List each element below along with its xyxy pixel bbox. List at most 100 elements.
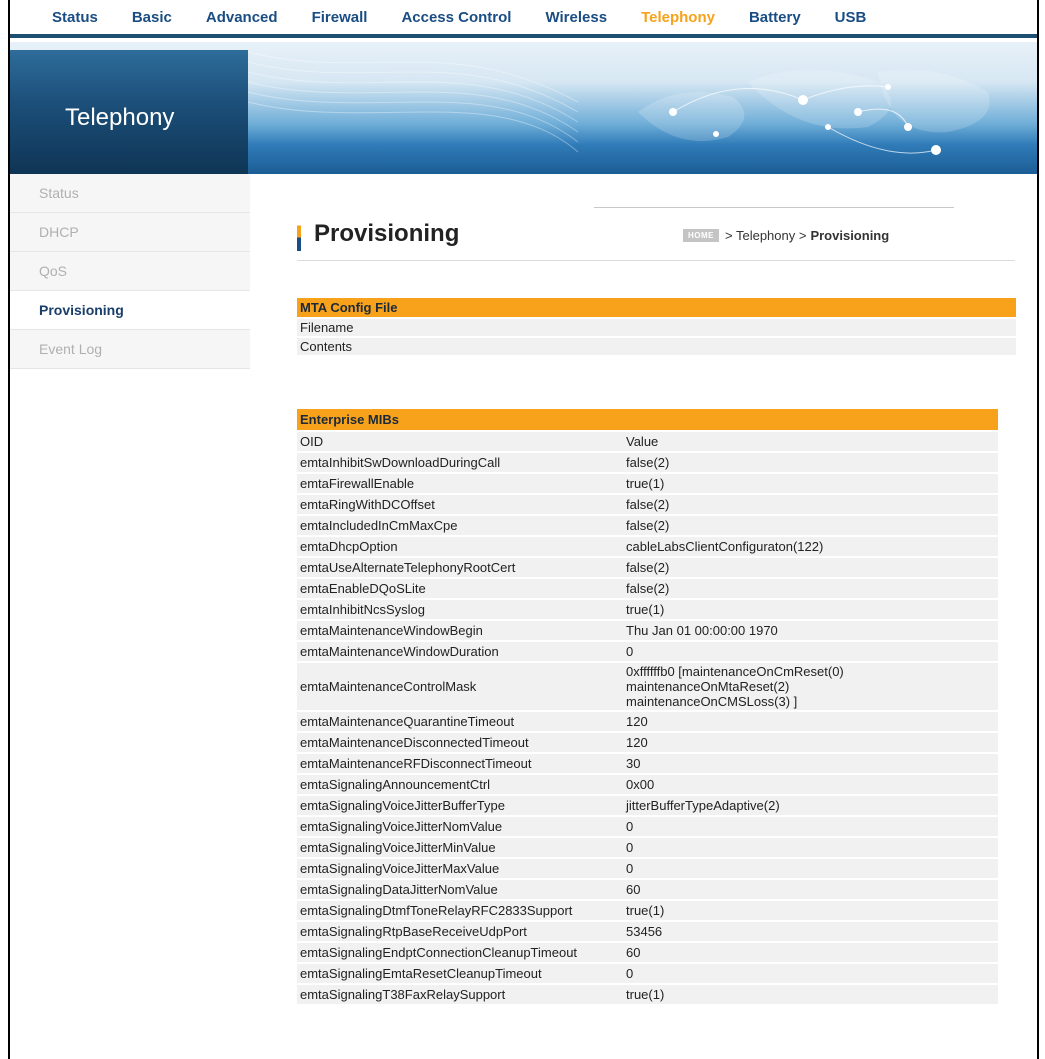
mib-value: true(1) <box>623 985 998 1004</box>
mib-value: Thu Jan 01 00:00:00 1970 <box>623 621 998 640</box>
table-row: emtaSignalingVoiceJitterBufferType jitter… <box>297 796 998 815</box>
header-banner: Telephony <box>10 42 1037 174</box>
mib-oid: emtaSignalingEmtaResetCleanupTimeout <box>297 964 623 983</box>
table-row: emtaSignalingRtpBaseReceiveUdpPort 53456 <box>297 922 998 941</box>
title-accent-bar <box>297 221 301 251</box>
nav-tab-advanced[interactable]: Advanced <box>206 9 278 26</box>
mib-oid: emtaUseAlternateTelephonyRootCert <box>297 558 623 577</box>
table-row: emtaSignalingDataJitterNomValue 60 <box>297 880 998 899</box>
mib-value: true(1) <box>623 474 998 493</box>
mib-value: false(2) <box>623 579 998 598</box>
table-row: emtaDhcpOption cableLabsClientConfigurato… <box>297 537 998 556</box>
mib-value: 0 <box>623 964 998 983</box>
table-row: emtaInhibitNcsSyslog true(1) <box>297 600 998 619</box>
mib-value: 30 <box>623 754 998 773</box>
nav-tab-access-control[interactable]: Access Control <box>401 9 511 26</box>
mib-value: false(2) <box>623 495 998 514</box>
mib-oid: emtaSignalingVoiceJitterNomValue <box>297 817 623 836</box>
table-row: emtaSignalingVoiceJitterMinValue 0 <box>297 838 998 857</box>
mib-oid: emtaSignalingAnnouncementCtrl <box>297 775 623 794</box>
mib-oid: emtaSignalingVoiceJitterMinValue <box>297 838 623 857</box>
table-row: emtaEnableDQoSLite false(2) <box>297 579 998 598</box>
mib-oid: emtaMaintenanceWindowDuration <box>297 642 623 661</box>
mta-filename-value <box>377 319 1016 336</box>
mib-value: false(2) <box>623 516 998 535</box>
mib-oid: emtaSignalingT38FaxRelaySupport <box>297 985 623 1004</box>
mta-filename-label: Filename <box>297 319 377 336</box>
table-header-row: OID Value <box>297 432 998 451</box>
mib-value: 0xffffffb0 [maintenanceOnCmReset(0) main… <box>623 663 998 710</box>
table-row: emtaInhibitSwDownloadDuringCall false(2) <box>297 453 998 472</box>
mib-value: 120 <box>623 712 998 731</box>
nav-tab-wireless[interactable]: Wireless <box>545 9 607 26</box>
mta-contents-value <box>377 338 1016 355</box>
mib-value: 0 <box>623 838 998 857</box>
nav-tab-battery[interactable]: Battery <box>749 9 801 26</box>
mib-oid: emtaSignalingDtmfToneRelayRFC2833Support <box>297 901 623 920</box>
sidebar-item-provisioning[interactable]: Provisioning <box>10 291 250 330</box>
page-title: Provisioning <box>314 220 460 247</box>
mib-oid: emtaFirewallEnable <box>297 474 623 493</box>
mib-oid: emtaSignalingDataJitterNomValue <box>297 880 623 899</box>
table-row: emtaMaintenanceDisconnectedTimeout 120 <box>297 733 998 752</box>
mib-oid: emtaInhibitSwDownloadDuringCall <box>297 453 623 472</box>
sidebar-item-event-log[interactable]: Event Log <box>10 330 250 369</box>
nav-tab-basic[interactable]: Basic <box>132 9 172 26</box>
mta-contents-label: Contents <box>297 338 377 355</box>
table-row: emtaSignalingT38FaxRelaySupport true(1) <box>297 985 998 1004</box>
table-row: emtaMaintenanceWindowBegin Thu Jan 01 00:… <box>297 621 998 640</box>
table-row: emtaSignalingEndptConnectionCleanupTimeo… <box>297 943 998 962</box>
mib-value: 53456 <box>623 922 998 941</box>
sidebar-item-dhcp[interactable]: DHCP <box>10 213 250 252</box>
enterprise-mibs-table: Enterprise MIBs OID Value emtaInhibitSwD… <box>297 407 998 1006</box>
table-row: emtaSignalingAnnouncementCtrl 0x00 <box>297 775 998 794</box>
mib-value: 0 <box>623 642 998 661</box>
top-nav-bar: Status Basic Advanced Firewall Access Contro… <box>10 0 1037 38</box>
mib-oid: emtaSignalingEndptConnectionCleanupTimeo… <box>297 943 623 962</box>
breadcrumb-current: Provisioning <box>810 228 890 243</box>
column-header-oid: OID <box>297 432 623 451</box>
table-row: emtaFirewallEnable true(1) <box>297 474 998 493</box>
world-map-graphic <box>248 51 990 155</box>
table-row: emtaMaintenanceControlMask 0xffffffb0 [ma… <box>297 663 998 710</box>
divider <box>297 260 1015 261</box>
divider <box>594 207 954 208</box>
section-title: Telephony <box>65 104 175 131</box>
table-row: emtaMaintenanceWindowDuration 0 <box>297 642 998 661</box>
enterprise-mibs-header: Enterprise MIBs <box>297 409 998 430</box>
sidebar-item-qos[interactable]: QoS <box>10 252 250 291</box>
nav-tab-telephony[interactable]: Telephony <box>641 9 715 26</box>
mib-oid: emtaMaintenanceRFDisconnectTimeout <box>297 754 623 773</box>
table-row: emtaMaintenanceRFDisconnectTimeout 30 <box>297 754 998 773</box>
mib-value: false(2) <box>623 558 998 577</box>
mib-oid: emtaSignalingVoiceJitterMaxValue <box>297 859 623 878</box>
mib-oid: emtaRingWithDCOffset <box>297 495 623 514</box>
sidebar-item-status[interactable]: Status <box>10 174 250 213</box>
mib-value: 60 <box>623 943 998 962</box>
table-row: emtaIncludedInCmMaxCpe false(2) <box>297 516 998 535</box>
mib-value: 120 <box>623 733 998 752</box>
mib-oid: emtaMaintenanceControlMask <box>297 663 623 710</box>
table-row: emtaSignalingVoiceJitterMaxValue 0 <box>297 859 998 878</box>
mib-oid: emtaSignalingRtpBaseReceiveUdpPort <box>297 922 623 941</box>
table-row: emtaUseAlternateTelephonyRootCert false(2… <box>297 558 998 577</box>
column-header-value: Value <box>623 432 998 451</box>
mib-oid: emtaDhcpOption <box>297 537 623 556</box>
mib-oid: emtaInhibitNcsSyslog <box>297 600 623 619</box>
table-row: emtaRingWithDCOffset false(2) <box>297 495 998 514</box>
table-row: emtaMaintenanceQuarantineTimeout 120 <box>297 712 998 731</box>
breadcrumb: HOME > Telephony > Provisioning <box>683 228 889 243</box>
home-icon[interactable]: HOME <box>683 229 719 242</box>
mib-oid: emtaMaintenanceQuarantineTimeout <box>297 712 623 731</box>
nav-tab-usb[interactable]: USB <box>835 9 867 26</box>
mib-value: true(1) <box>623 600 998 619</box>
breadcrumb-path[interactable]: > Telephony > <box>725 228 806 243</box>
sidebar: Status DHCP QoS Provisioning Event Log <box>10 174 250 369</box>
nav-tab-firewall[interactable]: Firewall <box>312 9 368 26</box>
table-row: Contents <box>297 338 1016 355</box>
mib-oid: emtaMaintenanceWindowBegin <box>297 621 623 640</box>
mib-value: 60 <box>623 880 998 899</box>
table-row: emtaSignalingEmtaResetCleanupTimeout 0 <box>297 964 998 983</box>
mta-config-table: MTA Config File Filename Contents <box>297 296 1016 357</box>
nav-tab-status[interactable]: Status <box>52 9 98 26</box>
